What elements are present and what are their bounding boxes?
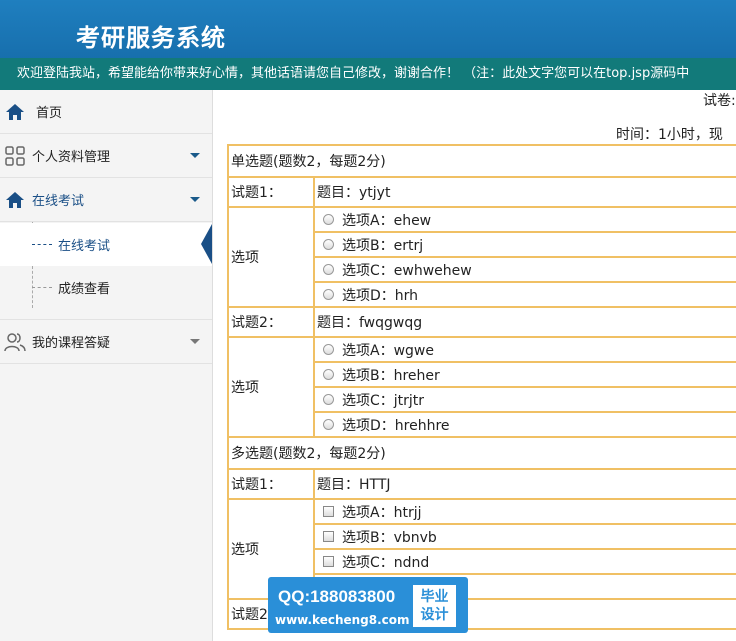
- question-title: 题目：ytjyt: [313, 176, 736, 208]
- home-icon: [4, 103, 26, 121]
- option-row[interactable]: 选项D：hrh: [317, 283, 736, 306]
- sidebar-subitem-label: 在线考试: [58, 239, 111, 254]
- sidebar-item-label: 个人资料管理: [32, 150, 111, 165]
- watermark-logo-line2: 设计: [420, 607, 449, 623]
- sidebar-item-online-exam[interactable]: 在线考试: [0, 178, 212, 222]
- question-label: 试题1：: [227, 176, 315, 208]
- option-row[interactable]: 选项C：ndnd: [317, 550, 736, 573]
- option-row[interactable]: 选项B：ertrj: [317, 233, 736, 256]
- option-row[interactable]: 选项D：hrehhre: [317, 413, 736, 436]
- option-text: 选项C：jtrjtr: [342, 392, 425, 409]
- watermark-badge: QQ:188083800 www.kecheng8.com 毕业 设计: [268, 577, 468, 633]
- chevron-down-icon: [190, 153, 200, 158]
- option-row[interactable]: 选项A：ehew: [317, 208, 736, 231]
- checkbox[interactable]: [323, 556, 334, 567]
- option-text: 选项C：ewhwehew: [342, 262, 472, 279]
- option-row[interactable]: 选项B：hreher: [317, 363, 736, 386]
- section-header-multi: 多选题(题数2，每题2分): [227, 436, 736, 470]
- sidebar-item-label: 我的课程答疑: [32, 336, 111, 351]
- option-row[interactable]: 选项C：ewhwehew: [317, 258, 736, 281]
- sidebar-subitem-label: 成绩查看: [58, 282, 111, 297]
- radio-button[interactable]: [323, 214, 334, 225]
- notice-text: 欢迎登陆我站，希望能给你带来好心情，其他话语请您自己修改，谢谢合作！ （注：此处…: [17, 66, 690, 81]
- paper-title: 试卷:: [703, 93, 736, 109]
- question-title: 题目：HTTJ: [313, 468, 736, 500]
- radio-button[interactable]: [323, 264, 334, 275]
- watermark-qq: QQ:188083800: [278, 587, 396, 606]
- chevron-down-icon: [190, 339, 200, 344]
- active-pointer: [201, 224, 212, 264]
- radio-button[interactable]: [323, 344, 334, 355]
- question-label: 试题2：: [227, 306, 315, 338]
- watermark-url: www.kecheng8.com: [275, 613, 410, 627]
- option-text: 选项D：hrh: [342, 287, 419, 304]
- option-text: 选项A：wgwe: [342, 342, 434, 359]
- option-row[interactable]: 选项A：wgwe: [317, 338, 736, 361]
- option-row[interactable]: 选项A：htrjj: [317, 500, 736, 523]
- main-content: 试卷: 时间：1小时，现 单选题(题数2，每题2分) 试题1： 题目：ytjyt…: [213, 90, 736, 641]
- sidebar-item-home[interactable]: 首页: [0, 90, 212, 134]
- sidebar-subitem-score-view[interactable]: 成绩查看: [0, 266, 212, 309]
- app-title: 考研服务系统: [76, 24, 226, 52]
- option-text: 选项A：ehew: [342, 212, 432, 229]
- app-header: 考研服务系统: [0, 0, 736, 58]
- checkbox[interactable]: [323, 506, 334, 517]
- sidebar: 首页 个人资料管理 在线考试 在线考试 成绩查看 我的课程答疑: [0, 90, 213, 641]
- exam-table: 单选题(题数2，每题2分) 试题1： 题目：ytjyt 选项 选项A：ehew …: [227, 144, 736, 630]
- sidebar-item-profile[interactable]: 个人资料管理: [0, 134, 212, 178]
- option-text: 选项C：ndnd: [342, 554, 430, 571]
- radio-button[interactable]: [323, 394, 334, 405]
- radio-button[interactable]: [323, 369, 334, 380]
- sidebar-item-label: 首页: [36, 106, 63, 121]
- watermark-logo: 毕业 设计: [413, 585, 456, 627]
- option-text: 选项D：hrehhre: [342, 417, 450, 434]
- option-text: 选项B：hreher: [342, 367, 440, 384]
- option-text: 选项A：htrjj: [342, 504, 422, 521]
- home-icon: [4, 191, 26, 209]
- option-row[interactable]: 选项B：vbnvb: [317, 525, 736, 548]
- option-text: 选项B：ertrj: [342, 237, 424, 254]
- notice-bar: 欢迎登陆我站，希望能给你带来好心情，其他话语请您自己修改，谢谢合作！ （注：此处…: [0, 58, 736, 90]
- section-header-single: 单选题(题数2，每题2分): [227, 144, 736, 178]
- sidebar-item-course-qa[interactable]: 我的课程答疑: [0, 319, 212, 364]
- option-row[interactable]: 选项C：jtrjtr: [317, 388, 736, 411]
- time-info: 时间：1小时，现: [616, 127, 723, 143]
- sidebar-subitem-online-exam[interactable]: 在线考试: [0, 223, 212, 266]
- options-label: 选项: [227, 206, 315, 308]
- radio-button[interactable]: [323, 419, 334, 430]
- sidebar-item-label: 在线考试: [32, 194, 85, 209]
- grid-icon: [4, 145, 26, 166]
- checkbox[interactable]: [323, 531, 334, 542]
- question-title: 题目：fwqgwqg: [313, 306, 736, 338]
- options-label: 选项: [227, 336, 315, 438]
- tree-branch: [32, 287, 52, 288]
- question-label: 试题1：: [227, 468, 315, 500]
- chevron-down-icon: [190, 197, 200, 202]
- option-text: 选项B：vbnvb: [342, 529, 437, 546]
- radio-button[interactable]: [323, 289, 334, 300]
- tree-branch: [32, 244, 52, 245]
- watermark-logo-line1: 毕业: [420, 589, 449, 605]
- radio-button[interactable]: [323, 239, 334, 250]
- users-icon: [4, 332, 26, 352]
